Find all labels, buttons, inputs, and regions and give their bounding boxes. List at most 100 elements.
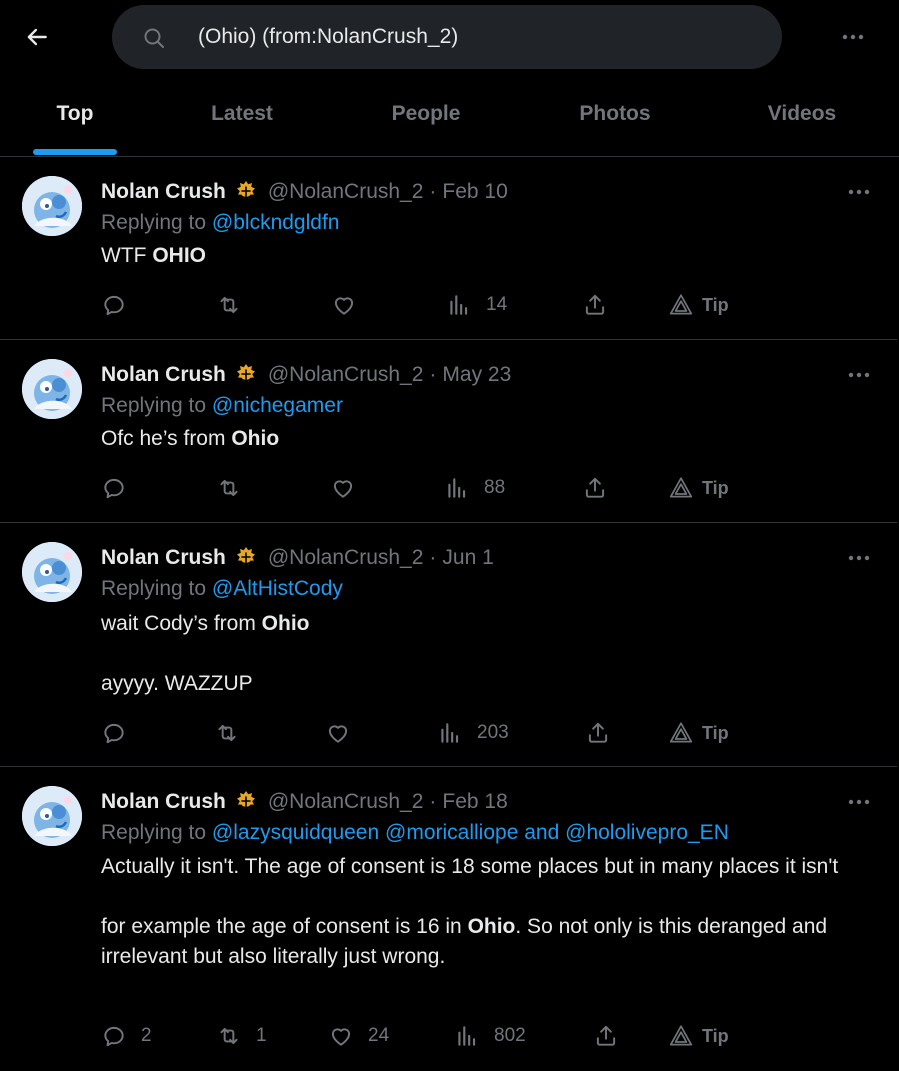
affiliate-badge-icon [232,788,260,816]
reply-button[interactable] [101,718,141,748]
tweet-header: Nolan Crush @NolanCrush_2 · May 23 [101,361,511,389]
author-handle[interactable]: @NolanCrush_2 [268,363,424,387]
like-button[interactable] [330,473,370,503]
search-query[interactable]: (Ohio) (from:NolanCrush_2) [198,25,458,49]
tip-label: Tip [702,1025,729,1046]
views-icon [446,292,472,318]
mention-link[interactable]: @moricalliope [385,821,518,844]
tweet-more-button[interactable] [845,184,873,200]
retweet-button[interactable] [214,718,254,748]
tab-photos[interactable]: Photos [565,84,665,156]
views-button[interactable]: 203 [437,718,509,748]
views-button[interactable]: 14 [446,290,507,320]
avatar[interactable] [22,786,82,846]
tweet-more-button[interactable] [845,550,873,566]
retweet-button[interactable] [216,473,256,503]
share-button[interactable] [593,1021,619,1051]
replying-to: Replying to @AltHistCody [101,577,343,601]
tweet-text-highlight: OHIO [152,244,206,267]
tip-icon [668,1023,694,1049]
reply-button[interactable]: 2 [101,1021,152,1051]
tip-label: Tip [702,294,729,315]
tweet-text-plain: Ofc he’s from [101,427,232,450]
view-count: 203 [477,722,509,743]
tweet-text: Ofc he’s from Ohio [101,424,881,454]
tweet-text-highlight: Ohio [261,612,310,635]
tweet-text-highlight: Ohio [231,427,280,450]
like-button[interactable] [331,290,371,320]
tweet-header: Nolan Crush @NolanCrush_2 · Feb 10 [101,178,508,206]
top-bar: (Ohio) (from:NolanCrush_2) Top Latest Pe… [0,0,899,157]
tweet-actions: 203 Tip [0,718,897,748]
tip-button[interactable]: Tip [668,1021,729,1051]
share-button[interactable] [582,473,608,503]
retweet-button[interactable]: 1 [216,1021,267,1051]
mention-link[interactable]: @blckndgldfn [212,211,340,234]
replying-to: Replying to @blckndgldfn [101,211,339,235]
separator-dot: · [429,363,437,386]
avatar[interactable] [22,359,82,419]
views-button[interactable]: 802 [454,1021,526,1051]
retweet-icon [214,720,240,746]
tweet-date[interactable]: Feb 10 [442,180,507,204]
tip-button[interactable]: Tip [668,473,729,503]
tweet-text: wait Cody’s from Ohio ayyyy. WAZZUP [101,609,881,699]
search-input[interactable]: (Ohio) (from:NolanCrush_2) [112,5,782,69]
view-count: 802 [494,1025,526,1046]
author-handle[interactable]: @NolanCrush_2 [268,180,424,204]
more-icon [847,371,871,379]
tweet-date[interactable]: Jun 1 [442,546,493,570]
mention-link[interactable]: @AltHistCody [212,577,343,600]
mention-link[interactable]: @hololivepro_EN [565,821,729,844]
tab-top[interactable]: Top [33,84,117,156]
tab-people[interactable]: People [376,84,476,156]
author-handle[interactable]: @NolanCrush_2 [268,790,424,814]
mention-link[interactable]: @lazysquidqueen [212,821,379,844]
like-button[interactable]: 24 [328,1021,389,1051]
more-icon [847,188,871,196]
tip-button[interactable]: Tip [668,290,729,320]
tweet-card[interactable]: Nolan Crush @NolanCrush_2 · May 23 Reply… [0,341,897,523]
tweet-card[interactable]: Nolan Crush @NolanCrush_2 · Jun 1 Replyi… [0,524,897,767]
more-options-button[interactable] [838,24,868,50]
avatar[interactable] [22,542,82,602]
share-button[interactable] [585,718,611,748]
like-button[interactable] [325,718,365,748]
mention-link[interactable]: @nichegamer [212,394,343,417]
tweet-date[interactable]: Feb 18 [442,790,507,814]
tab-latest[interactable]: Latest [192,84,292,156]
heart-icon [325,720,351,746]
tweet-date[interactable]: May 23 [442,363,511,387]
tweet-card[interactable]: Nolan Crush @NolanCrush_2 · Feb 18 Reply… [0,768,897,1071]
avatar[interactable] [22,176,82,236]
author-name[interactable]: Nolan Crush [101,363,226,387]
separator-dot: · [429,546,437,569]
tweet-more-button[interactable] [845,367,873,383]
tweet-card[interactable]: Nolan Crush @NolanCrush_2 · Feb 10 Reply… [0,158,897,340]
tab-videos[interactable]: Videos [752,84,852,156]
retweet-button[interactable] [216,290,256,320]
tip-button[interactable]: Tip [668,718,729,748]
active-tab-indicator [33,149,117,155]
reply-icon [101,475,127,501]
tweet-text: Actually it isn't. The age of consent is… [101,852,881,972]
tip-label: Tip [702,477,729,498]
share-icon [585,720,611,746]
affiliate-badge-icon [232,178,260,206]
tweet-more-button[interactable] [845,794,873,810]
author-name[interactable]: Nolan Crush [101,546,226,570]
author-name[interactable]: Nolan Crush [101,790,226,814]
separator-dot: · [429,180,437,203]
tip-icon [668,475,694,501]
reply-button[interactable] [101,290,141,320]
author-name[interactable]: Nolan Crush [101,180,226,204]
views-button[interactable]: 88 [444,473,505,503]
tweet-header: Nolan Crush @NolanCrush_2 · Feb 18 [101,788,508,816]
replying-to: Replying to @lazysquidqueen @moricalliop… [101,821,729,845]
view-count: 88 [484,477,506,498]
share-button[interactable] [582,290,608,320]
back-button[interactable] [22,22,52,52]
author-handle[interactable]: @NolanCrush_2 [268,546,424,570]
reply-button[interactable] [101,473,141,503]
affiliate-badge-icon [232,361,260,389]
